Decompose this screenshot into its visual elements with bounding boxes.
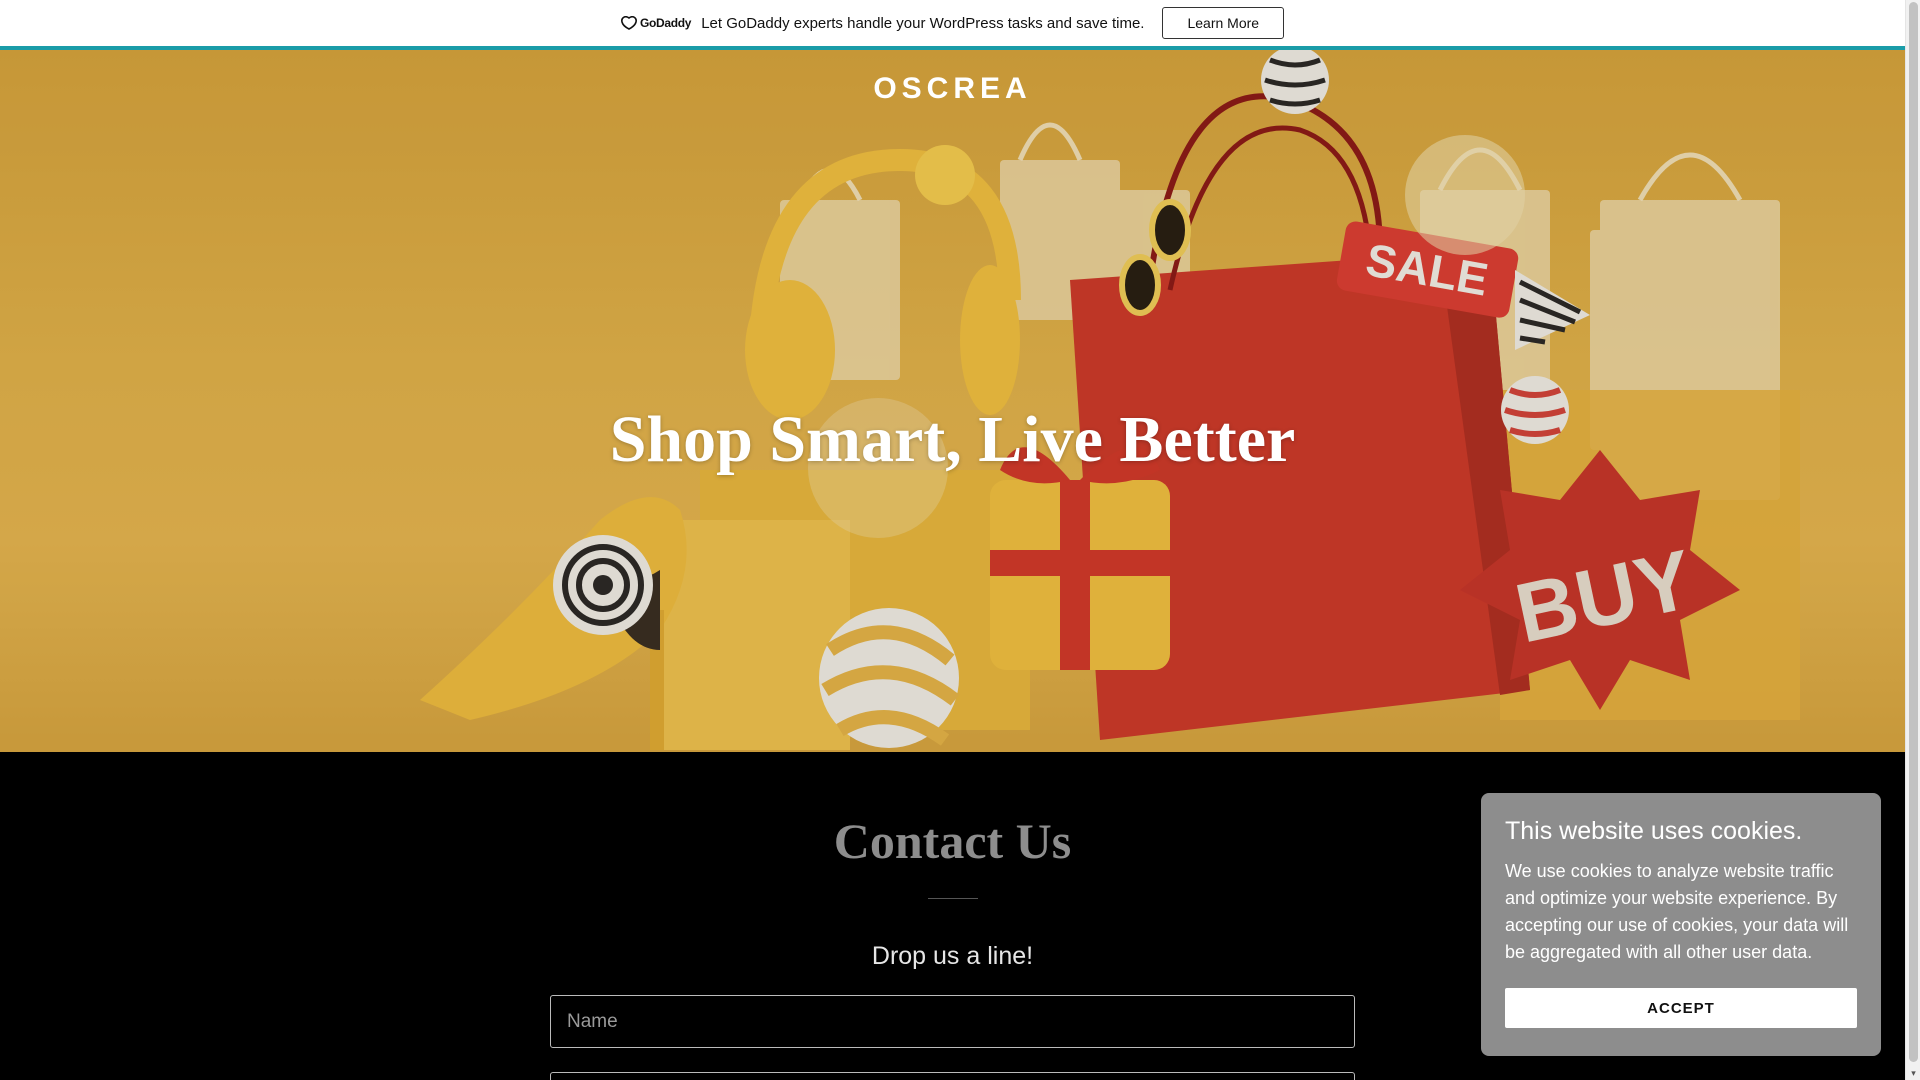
- promo-bar: GoDaddy Let GoDaddy experts handle your …: [0, 0, 1905, 50]
- cookie-title: This website uses cookies.: [1505, 817, 1803, 845]
- hero-heading: Shop Smart, Live Better: [609, 403, 1296, 476]
- hero-overlay: [0, 50, 1905, 752]
- hero-section: SALE BUY OSCREA Shop Smart, Live Better: [0, 50, 1905, 752]
- next-form-field[interactable]: [550, 1072, 1355, 1080]
- accept-cookies-button[interactable]: ACCEPT: [1505, 988, 1857, 1028]
- godaddy-logo: GoDaddy: [620, 16, 692, 30]
- scroll-down-arrow-icon[interactable]: ▾: [1909, 1069, 1918, 1078]
- godaddy-logo-text: GoDaddy: [639, 16, 692, 30]
- section-divider: [928, 898, 978, 899]
- site-title[interactable]: OSCREA: [0, 72, 1905, 106]
- promo-message: Let GoDaddy experts handle your WordPres…: [701, 14, 1145, 32]
- cookie-banner: This website uses cookies. We use cookie…: [1481, 793, 1881, 1056]
- godaddy-icon: [620, 16, 637, 30]
- name-field[interactable]: [550, 995, 1355, 1048]
- cookie-message: We use cookies to analyze website traffi…: [1505, 861, 1849, 962]
- page-scrollbar[interactable]: ▾: [1905, 0, 1920, 1080]
- scrollbar-thumb[interactable]: [1909, 2, 1918, 1062]
- learn-more-button[interactable]: Learn More: [1162, 7, 1285, 39]
